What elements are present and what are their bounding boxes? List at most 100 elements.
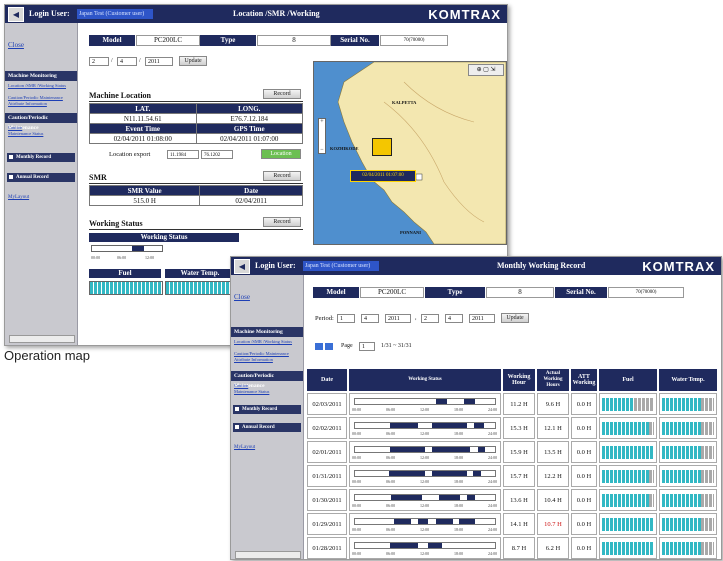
att-working-cell: 0.0 H: [571, 489, 597, 511]
sidebar-scrollbar[interactable]: [9, 335, 75, 343]
fuel-cell: [599, 537, 657, 559]
sidebar-link-maintenance-status[interactable]: Maintenance Status: [8, 131, 43, 137]
att-working-cell: 0.0 H: [571, 465, 597, 487]
update-button[interactable]: Update: [501, 313, 529, 323]
back-arrow-icon[interactable]: ◀: [8, 7, 24, 22]
water-temp-gauge-empty: [701, 470, 714, 483]
from-year-select[interactable]: 2011: [385, 314, 411, 323]
fuel-cell: [599, 417, 657, 439]
machine-marker-icon[interactable]: [372, 138, 392, 156]
sidebar-link-attribute[interactable]: Attribute Information: [234, 357, 273, 363]
column-header: Fuel: [599, 369, 657, 391]
time-tick: 18:00: [454, 503, 464, 508]
prev-icon[interactable]: [315, 343, 323, 350]
working-status-bar: [354, 518, 496, 525]
sidebar-scrollbar[interactable]: [235, 551, 301, 559]
working-record-button[interactable]: Record: [263, 217, 301, 227]
water-temp-gauge-empty: [701, 494, 714, 507]
next-icon[interactable]: [325, 343, 333, 350]
mylayout-link[interactable]: MyLayout: [8, 195, 29, 200]
smr-record-button[interactable]: Record: [263, 171, 301, 181]
page-label: Page: [341, 343, 353, 349]
zoom-in-icon[interactable]: +: [319, 119, 325, 125]
mylayout-link[interactable]: MyLayout: [234, 445, 255, 450]
model-value: PC200LC: [360, 287, 424, 298]
time-tick: 12:00: [420, 527, 430, 532]
back-arrow-icon[interactable]: ◀: [234, 259, 250, 274]
zoom-slider[interactable]: + −: [318, 118, 326, 154]
monthly-record-window: ◀ Login User: Japan Test (Customer user)…: [230, 256, 722, 560]
time-tick: 06:00: [386, 503, 396, 508]
page-range: 1/31 ~ 31/31: [381, 343, 412, 349]
type-value: 8: [486, 287, 554, 298]
annual-record-button[interactable]: Annual Record: [233, 423, 301, 432]
column-header: Working Status: [349, 369, 501, 391]
map-toolbar[interactable]: ⊕ ▢ ⇲: [468, 64, 504, 76]
sidebar-link-location[interactable]: Location /SMR /Working Status: [234, 339, 292, 345]
sidebar-link-location[interactable]: Location /SMR /Working Status: [8, 83, 66, 89]
actual-working-hours-cell: 10.4 H: [537, 489, 569, 511]
to-month-select[interactable]: 2: [421, 314, 439, 323]
annual-record-button[interactable]: Annual Record: [7, 173, 75, 182]
to-year-select[interactable]: 2011: [469, 314, 495, 323]
water-temp-cell: [659, 537, 717, 559]
time-tick: 12:00: [420, 551, 430, 556]
water-temp-cell: [659, 489, 717, 511]
close-link[interactable]: Close: [8, 41, 24, 49]
working-status-cell: 00:00 06:00 12:00 18:00 24:00: [349, 417, 501, 439]
day-select[interactable]: 4: [117, 57, 137, 66]
time-tick: 24:00: [488, 407, 498, 412]
time-tick: 24:00: [488, 503, 498, 508]
gps-time-header: GPS Time: [195, 123, 303, 134]
working-hour-cell: 13.6 H: [503, 489, 535, 511]
working-hour-cell: 11.2 H: [503, 393, 535, 415]
time-tick: 06:00: [386, 551, 396, 556]
close-link[interactable]: Close: [234, 293, 250, 301]
working-status-cell: 00:00 06:00 12:00 18:00 24:00: [349, 441, 501, 463]
working-hour-cell: 8.7 H: [503, 537, 535, 559]
from-day-select[interactable]: 4: [361, 314, 379, 323]
fuel-gauge: [602, 446, 654, 459]
map-graphic: [337, 62, 506, 244]
to-day-select[interactable]: 4: [445, 314, 463, 323]
top-bar: ◀ Login User: Japan Test (Customer user)…: [231, 257, 721, 275]
time-tick: 00:00: [91, 255, 101, 260]
export-long-field[interactable]: 76.1202: [201, 150, 233, 159]
working-hour-cell: 15.7 H: [503, 465, 535, 487]
smr-table: SMR Value Date 515.0 H 02/04/2011: [88, 185, 303, 206]
working-segment: [418, 519, 428, 524]
fuel-cell: [599, 513, 657, 535]
working-status-bar: [354, 398, 496, 405]
monthly-record-button[interactable]: Monthly Record: [233, 405, 301, 414]
from-month-select[interactable]: 1: [337, 314, 355, 323]
location-export-button[interactable]: Location: [261, 149, 301, 159]
month-select[interactable]: 2: [89, 57, 109, 66]
fuel-cell: [599, 489, 657, 511]
update-button[interactable]: Update: [179, 56, 207, 66]
working-status-bar: [354, 422, 496, 429]
location-map[interactable]: ⊕ ▢ ⇲ + − KALPETTA KOZHIKODE PONNANI 02/…: [313, 61, 507, 245]
time-tick: 24:00: [488, 551, 498, 556]
fuel-gauge: [602, 398, 635, 411]
fuel-gauge: [602, 518, 654, 531]
year-select[interactable]: 2011: [145, 57, 173, 66]
page-select[interactable]: 1: [359, 342, 375, 351]
time-tick: 18:00: [454, 479, 464, 484]
working-segment: [394, 519, 411, 524]
monthly-record-button[interactable]: Monthly Record: [7, 153, 75, 162]
water-temp-gauge: [662, 398, 701, 411]
working-status-bar: [354, 494, 496, 501]
working-status-bar: [91, 245, 163, 252]
model-value: PC200LC: [136, 35, 200, 46]
column-header: Water Temp.: [659, 369, 717, 391]
type-label: Type: [200, 35, 256, 46]
lat-value: N11.11.54.61: [89, 113, 197, 124]
location-record-button[interactable]: Record: [263, 89, 301, 99]
zoom-out-icon[interactable]: −: [319, 147, 325, 153]
top-bar: ◀ Login User: Japan Test (Customer user)…: [5, 5, 507, 23]
sidebar-link-maintenance-status[interactable]: Maintenance Status: [234, 389, 269, 395]
time-tick: 00:00: [352, 407, 362, 412]
export-lat-field[interactable]: 11.1984: [167, 150, 199, 159]
att-working-cell: 0.0 H: [571, 513, 597, 535]
sidebar-link-attribute[interactable]: Attribute Information: [8, 101, 47, 107]
